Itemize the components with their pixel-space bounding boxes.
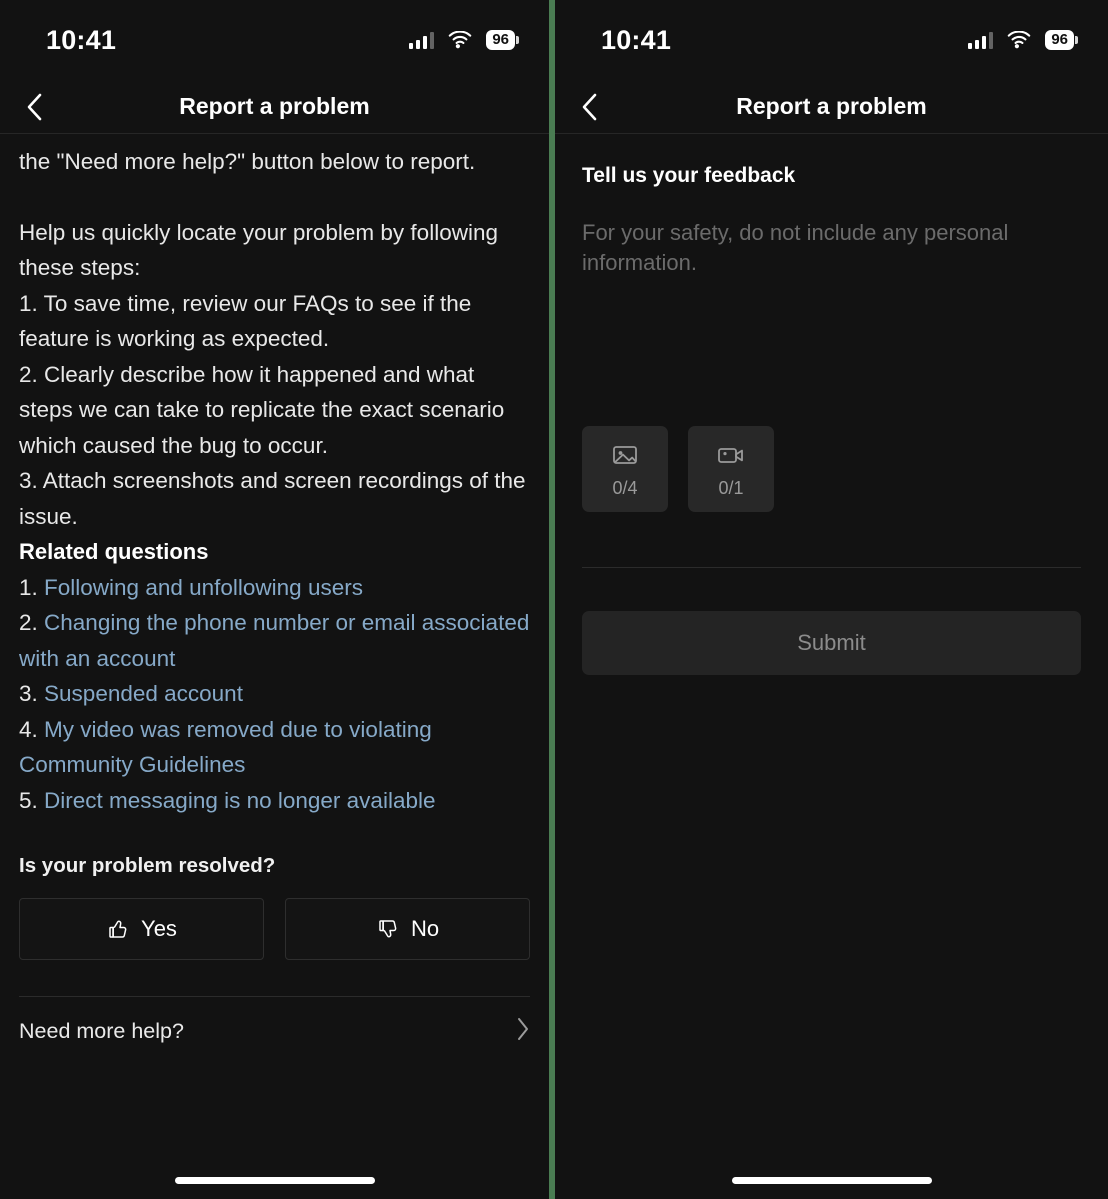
related-question-link[interactable]: Suspended account <box>44 681 243 706</box>
instructions-intro: Help us quickly locate your problem by f… <box>19 219 498 281</box>
battery-icon: 96 <box>486 30 515 50</box>
left-phone-screen: 10:41 96 Report a problem the "Need more… <box>0 0 549 1199</box>
status-bar-clock: 10:41 <box>601 24 672 55</box>
list-item-number: 3. <box>19 681 38 706</box>
navigation-bar-left: Report a problem <box>0 80 549 134</box>
no-button[interactable]: No <box>285 898 530 960</box>
resolution-buttons-row: Yes No <box>19 898 530 960</box>
instructions-paragraph-1: the "Need more help?" button below to re… <box>19 149 476 174</box>
left-content-scroll[interactable]: the "Need more help?" button below to re… <box>0 134 549 1199</box>
related-questions-list: 1. Following and unfollowing users 2. Ch… <box>19 570 530 819</box>
instructions-paragraph-2: Help us quickly locate your problem by f… <box>19 215 530 535</box>
submit-button-label: Submit <box>797 630 866 655</box>
feedback-section-title: Tell us your feedback <box>582 164 796 187</box>
image-upload-button[interactable]: 0/4 <box>582 426 668 512</box>
media-upload-row: 0/4 0/1 <box>582 426 1081 512</box>
home-indicator <box>174 1177 375 1184</box>
feedback-form: Tell us your feedback For your safety, d… <box>555 134 1108 1199</box>
related-questions-heading: Related questions <box>19 539 209 564</box>
status-bar-icons: 96 <box>409 30 515 50</box>
thumbs-up-icon <box>109 920 127 938</box>
need-more-help-row[interactable]: Need more help? <box>19 997 530 1065</box>
navigation-bar-right: Report a problem <box>555 80 1108 134</box>
dual-screenshot-container: 10:41 96 Report a problem the "Need more… <box>0 0 1108 1199</box>
list-item: 4. My video was removed due to violating… <box>19 712 530 783</box>
wifi-icon <box>1007 30 1031 49</box>
wifi-icon <box>448 30 472 49</box>
yes-button[interactable]: Yes <box>19 898 264 960</box>
battery-icon: 96 <box>1045 30 1074 50</box>
instruction-step-2: 2. Clearly describe how it happened and … <box>19 361 505 458</box>
instruction-step-3: 3. Attach screenshots and screen recordi… <box>19 468 526 529</box>
yes-button-label: Yes <box>141 916 177 941</box>
list-item: 2. Changing the phone number or email as… <box>19 605 530 676</box>
home-indicator <box>731 1177 932 1184</box>
image-upload-count: 0/4 <box>612 478 638 498</box>
related-question-link[interactable]: Following and unfollowing users <box>44 575 363 600</box>
list-item: 1. Following and unfollowing users <box>19 570 530 606</box>
submit-button[interactable]: Submit <box>582 611 1081 675</box>
cellular-signal-icon <box>409 31 435 49</box>
status-bar-clock: 10:41 <box>46 24 117 55</box>
right-phone-screen: 10:41 96 Report a problem Tell us your f… <box>555 0 1108 1199</box>
form-divider <box>582 567 1081 568</box>
problem-instructions: the "Need more help?" button below to re… <box>19 134 530 534</box>
back-button[interactable] <box>16 89 52 125</box>
chevron-right-icon <box>516 1017 530 1046</box>
video-upload-button[interactable]: 0/1 <box>688 426 774 512</box>
video-upload-count: 0/1 <box>718 478 744 498</box>
related-question-link[interactable]: Changing the phone number or email assoc… <box>19 610 529 671</box>
video-upload-icon <box>718 448 743 463</box>
no-button-label: No <box>410 916 440 941</box>
instruction-step-1: 1. To save time, review our FAQs to see … <box>19 290 472 352</box>
related-question-link[interactable]: Direct messaging is no longer available <box>44 788 435 813</box>
image-upload-icon <box>613 446 637 464</box>
resolved-question-label: Is your problem resolved? <box>19 854 276 877</box>
feedback-textarea[interactable]: For your safety, do not include any pers… <box>582 218 1032 278</box>
list-item-number: 5. <box>19 787 38 813</box>
status-bar-right: 10:41 96 <box>555 0 1108 80</box>
need-more-help-label: Need more help? <box>19 1018 184 1043</box>
list-item-number: 2. <box>19 610 38 635</box>
list-item: 5. Direct messaging is no longer availab… <box>19 783 530 819</box>
status-bar-icons: 96 <box>968 30 1074 50</box>
page-title: Report a problem <box>179 93 370 119</box>
list-item: 3. Suspended account <box>19 676 530 712</box>
page-title: Report a problem <box>736 93 927 119</box>
list-item-number: 4. <box>19 716 38 742</box>
list-item-number: 1. <box>19 574 38 600</box>
back-button[interactable] <box>571 89 607 125</box>
thumbs-down-icon <box>379 920 397 938</box>
status-bar-left: 10:41 96 <box>0 0 549 80</box>
cellular-signal-icon <box>968 31 994 49</box>
related-questions-section: Related questions 1. Following and unfol… <box>19 534 530 818</box>
chevron-left-icon <box>582 93 597 120</box>
related-question-link[interactable]: My video was removed due to violating Co… <box>19 717 432 778</box>
chevron-left-icon <box>27 93 42 120</box>
